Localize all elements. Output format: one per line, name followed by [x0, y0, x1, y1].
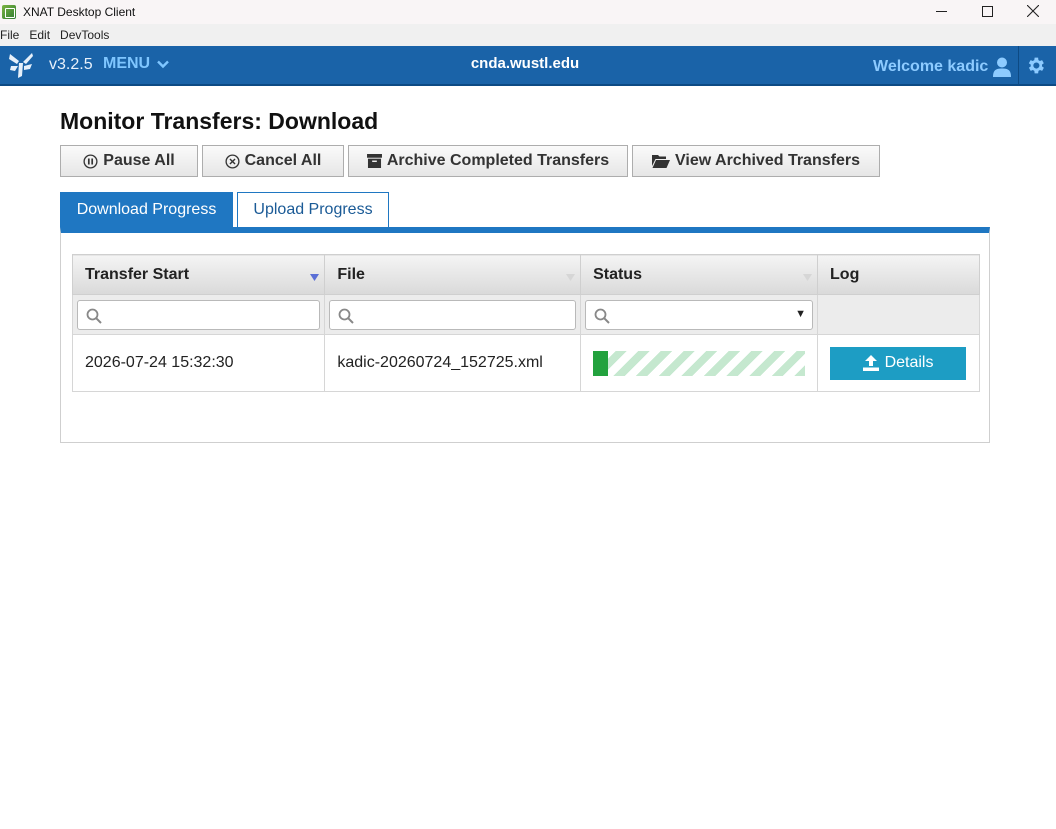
log-cell: Details — [817, 334, 980, 392]
column-header-status[interactable]: Status — [580, 254, 819, 295]
filter-row: ▼ — [71, 294, 980, 335]
menu-bar: File Edit DevTools — [0, 24, 1056, 46]
gear-icon[interactable] — [1025, 55, 1046, 76]
transfer-progress-bar — [593, 350, 806, 376]
column-header-label: File — [337, 265, 365, 283]
maximize-icon[interactable] — [964, 0, 1010, 22]
tab-upload-progress[interactable]: Upload Progress — [237, 192, 389, 227]
user-icon — [993, 57, 1012, 77]
cancel-all-label: Cancel All — [244, 152, 322, 169]
details-button[interactable]: Details — [830, 346, 967, 380]
dropdown-caret-icon: ▼ — [795, 307, 807, 320]
cancel-circle-icon — [225, 153, 240, 169]
column-header-label: Log — [830, 265, 860, 283]
menu-edit[interactable]: Edit — [29, 28, 50, 42]
column-header-transfer-start[interactable]: Transfer Start — [71, 254, 326, 295]
view-archived-label: View Archived Transfers — [675, 152, 860, 169]
window-controls — [918, 0, 1056, 24]
pause-icon — [83, 153, 98, 169]
search-icon — [338, 308, 355, 324]
window-title: XNAT Desktop Client — [23, 5, 136, 19]
filter-cell-empty — [817, 294, 980, 335]
progress-fill — [593, 350, 608, 376]
app-icon — [2, 5, 16, 19]
pause-all-label: Pause All — [103, 152, 175, 169]
view-archived-button[interactable]: View Archived Transfers — [632, 145, 880, 177]
pause-all-button[interactable]: Pause All — [60, 145, 198, 177]
window-titlebar: XNAT Desktop Client — [0, 0, 1056, 24]
upload-icon — [862, 355, 879, 371]
header-divider — [1018, 46, 1019, 86]
filter-cell: ▼ — [580, 294, 819, 335]
search-icon — [594, 308, 610, 324]
search-icon — [86, 308, 102, 324]
file-filter-input[interactable] — [329, 299, 577, 330]
close-icon[interactable] — [1010, 0, 1056, 22]
welcome-label: Welcome kadic — [873, 58, 989, 75]
page-title: Monitor Transfers: Download — [60, 108, 379, 134]
cancel-all-button[interactable]: Cancel All — [202, 145, 344, 177]
file-cell: kadic-20260724_152725.xml — [324, 334, 582, 392]
user-menu[interactable]: Welcome kadic — [873, 57, 1012, 77]
column-header-label: Transfer Start — [85, 265, 190, 283]
status-cell — [580, 334, 819, 392]
archive-completed-button[interactable]: Archive Completed Transfers — [348, 145, 628, 177]
sort-icon — [566, 274, 576, 281]
minimize-icon[interactable] — [918, 0, 964, 22]
menu-devtools[interactable]: DevTools — [60, 28, 109, 42]
archive-icon — [366, 154, 382, 168]
sort-icon — [803, 274, 813, 281]
transfer-start-cell: 2026-07-24 15:32:30 — [71, 334, 326, 392]
progress-tabs: Download Progress Upload Progress — [60, 192, 389, 227]
column-header-file[interactable]: File — [324, 254, 582, 295]
archive-completed-label: Archive Completed Transfers — [386, 152, 610, 169]
folder-open-icon — [652, 155, 670, 168]
details-label: Details — [884, 354, 934, 371]
tab-download-progress[interactable]: Download Progress — [60, 192, 233, 227]
column-header-log: Log — [817, 254, 980, 295]
status-filter-select[interactable]: ▼ — [585, 299, 814, 330]
filter-cell — [324, 294, 582, 335]
app-header: v3.2.5 MENU cnda.wustl.edu Welcome kadic — [0, 46, 1056, 86]
column-header-label: Status — [593, 265, 642, 283]
menu-file[interactable]: File — [0, 28, 19, 42]
transfer-panel: Transfer Start File Status Log ▼ 2026-07… — [60, 227, 990, 443]
transfer-table: Transfer Start File Status Log ▼ 2026-07… — [71, 254, 980, 392]
filter-cell — [71, 294, 326, 335]
table-row: 2026-07-24 15:32:30 kadic-20260724_15272… — [71, 334, 980, 392]
transfer-toolbar: Pause All Cancel All Archive Completed T… — [60, 145, 884, 177]
transfer-start-filter-input[interactable] — [77, 299, 321, 330]
sort-desc-icon — [310, 274, 320, 281]
